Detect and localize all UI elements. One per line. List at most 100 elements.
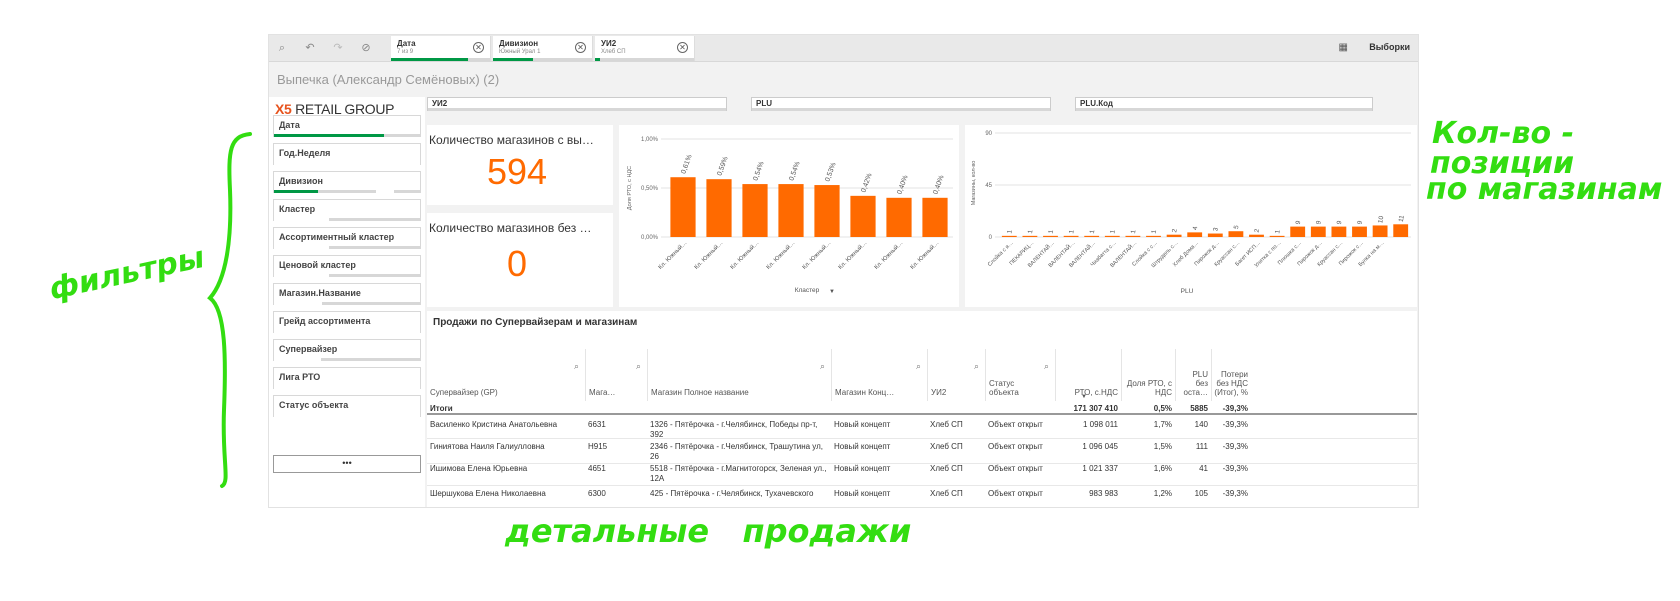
bar[interactable] — [1249, 234, 1264, 237]
bar-value-label: 1 — [1048, 229, 1056, 234]
filter-8[interactable]: Супервайзер — [273, 339, 421, 361]
bar[interactable] — [1393, 224, 1409, 237]
table-row[interactable]: Шершукова Елена Николаевна 6300 425 - Пятё… — [427, 486, 1417, 507]
bar-value-label: 1 — [1068, 229, 1076, 234]
bar[interactable] — [922, 197, 948, 237]
column-header[interactable]: PLU без оста… — [1175, 349, 1211, 401]
more-filters-button[interactable]: ••• — [273, 455, 421, 473]
column-header-label: УИ2 — [931, 388, 947, 397]
table-cell: -39,3% — [1222, 404, 1248, 413]
filter-bar — [274, 246, 420, 249]
filter-1[interactable]: Год.Неделя — [273, 143, 421, 165]
bar[interactable] — [1228, 231, 1244, 237]
filter-label: Ассортиментный кластер — [279, 232, 395, 242]
column-header-label: PLU без оста… — [1183, 370, 1208, 397]
selection-chip-date[interactable]: Дата 7 из 9 ✕ — [391, 36, 491, 61]
table-cell: 1,6% — [1153, 464, 1172, 473]
table-cell: Хлеб СП — [930, 420, 963, 429]
column-header[interactable]: Супервайзер (GP) ⌕ — [427, 349, 585, 401]
bar[interactable] — [814, 185, 840, 237]
bar[interactable] — [1104, 235, 1120, 237]
bar[interactable] — [1001, 235, 1017, 237]
filter-plu[interactable]: PLU — [751, 97, 1051, 111]
bar[interactable] — [1125, 235, 1141, 237]
filter-6[interactable]: Магазин.Название — [273, 283, 421, 305]
column-header[interactable]: Потери без НДС (Итог), % — [1211, 349, 1251, 401]
close-icon[interactable]: ✕ — [677, 42, 688, 53]
bar[interactable] — [1146, 235, 1161, 237]
bar[interactable] — [850, 195, 876, 237]
selections-tool-icon[interactable]: ▦ — [1339, 42, 1348, 53]
bar[interactable] — [742, 184, 768, 237]
filter-0[interactable]: Дата — [273, 115, 421, 137]
column-header-label: Мага… — [589, 388, 616, 397]
close-icon[interactable]: ✕ — [575, 42, 586, 53]
search-icon[interactable]: ⌕ — [974, 361, 979, 372]
bar[interactable] — [670, 177, 696, 237]
bar[interactable] — [1166, 234, 1182, 237]
bar[interactable] — [1352, 226, 1367, 237]
search-icon[interactable]: ⌕ — [916, 361, 921, 372]
search-icon[interactable]: ⌕ — [820, 361, 825, 372]
filter-5[interactable]: Ценовой кластер — [273, 255, 421, 277]
bar[interactable] — [1022, 235, 1038, 237]
column-header[interactable]: Доля РТО, с НДС — [1121, 349, 1175, 401]
column-header[interactable]: РТО, с.НДС — [1055, 349, 1121, 401]
filter-9[interactable]: Лига РТО — [273, 367, 421, 389]
column-header[interactable]: Статус объекта ⌕ — [985, 349, 1055, 401]
bar[interactable] — [1187, 232, 1203, 237]
search-icon[interactable]: ⌕ — [1044, 361, 1049, 372]
bar-value-label: 0,54% — [788, 161, 801, 182]
table-cell: Хлеб СП — [930, 442, 963, 451]
bar[interactable] — [1084, 235, 1100, 237]
column-header[interactable]: Магазин Полное название ⌕ — [647, 349, 831, 401]
bar[interactable] — [1269, 235, 1285, 237]
bar[interactable] — [1310, 226, 1326, 237]
table-cell: 1,7% — [1153, 420, 1172, 429]
search-icon[interactable]: ⌕ — [636, 361, 641, 372]
search-icon[interactable]: ⌕ — [574, 361, 579, 372]
filter-plu-code[interactable]: PLU.Код — [1075, 97, 1373, 111]
table-cell: Объект открыт — [988, 489, 1043, 498]
filter-bar — [274, 190, 420, 193]
filter-10[interactable]: Статус объекта — [273, 395, 421, 417]
selection-chip-ui2[interactable]: УИ2 Хлеб СП ✕ — [595, 36, 695, 61]
bar[interactable] — [1207, 233, 1223, 237]
column-header[interactable]: УИ2 ⌕ — [927, 349, 985, 401]
close-icon[interactable]: ✕ — [473, 42, 484, 53]
clear-all-icon[interactable]: ⊘ — [358, 41, 374, 55]
filter-7[interactable]: Грейд ассортимента — [273, 311, 421, 333]
bar[interactable] — [1372, 225, 1388, 237]
filter-4[interactable]: Ассортиментный кластер — [273, 227, 421, 249]
bar[interactable] — [706, 179, 732, 237]
column-header[interactable]: Мага… ⌕ — [585, 349, 647, 401]
step-forward-icon[interactable]: ↷ — [330, 41, 346, 55]
bar-value-label: 1 — [1109, 229, 1117, 234]
bar[interactable] — [1063, 235, 1079, 237]
bar[interactable] — [1290, 226, 1306, 237]
filter-ui2[interactable]: УИ2 — [427, 97, 727, 111]
selection-bar — [391, 58, 490, 61]
bar[interactable] — [886, 197, 912, 237]
selections-button[interactable]: Выборки — [1369, 42, 1410, 52]
filter-3[interactable]: Кластер — [273, 199, 421, 221]
table-cell: Новый концепт — [834, 464, 891, 473]
bar[interactable] — [1331, 226, 1347, 237]
table-row[interactable]: Ишимова Елена Юрьевна 4651 5518 - Пятёрочк… — [427, 461, 1417, 486]
filter-2[interactable]: Дивизион — [273, 171, 421, 193]
bar[interactable] — [778, 184, 804, 237]
table-cell: 4651 — [588, 464, 606, 473]
chart-stores-by-plu: 90 45 0 Магазины, кол-во 1 Слойка с я… 1 ПЕКАРИ… — [965, 125, 1417, 307]
step-back-icon[interactable]: ↶ — [302, 41, 318, 55]
x-tick-label: Кл. Южный… — [765, 239, 796, 270]
smart-search-icon[interactable]: ⌕ — [274, 41, 290, 55]
filter-label: Грейд ассортимента — [279, 316, 371, 326]
filter-bar-fill — [274, 190, 318, 193]
bar-value-label: 5 — [1233, 224, 1241, 229]
table-cell: 111 — [1195, 442, 1208, 451]
sort-dropdown-icon[interactable]: ▼ — [829, 289, 835, 295]
bar[interactable] — [1043, 235, 1058, 237]
selection-chip-division[interactable]: Дивизион Южный Урал 1 ✕ — [493, 36, 593, 61]
column-header[interactable]: Магазин Конц… ⌕ — [831, 349, 927, 401]
table-row[interactable]: Василенко Кристина Анатольевна 6631 1326 -… — [427, 417, 1417, 439]
